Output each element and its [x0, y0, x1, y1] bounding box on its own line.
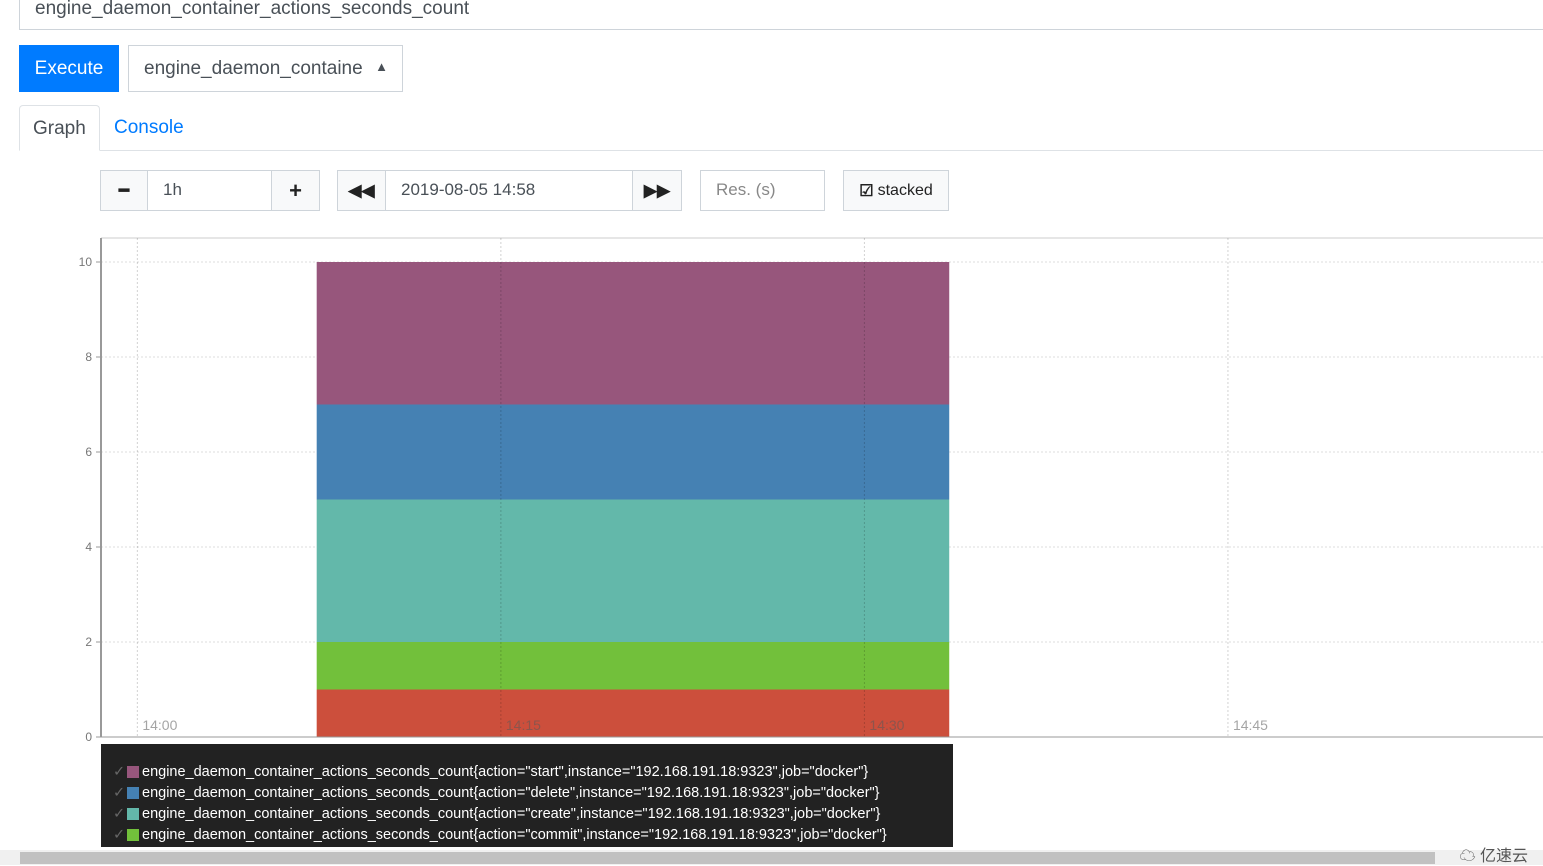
- tab-bar: Graph Console: [19, 105, 1543, 151]
- legend-item[interactable]: ✓ engine_daemon_container_actions_seconds…: [113, 803, 953, 824]
- watermark-logo: ☁ 亿速云: [1459, 848, 1528, 865]
- legend-item[interactable]: ✓ engine_daemon_container_actions_seconds…: [113, 782, 953, 803]
- fast-backward-icon: ◀◀: [348, 180, 375, 200]
- tab-console[interactable]: Console: [101, 105, 197, 150]
- stacked-label: stacked: [877, 181, 933, 199]
- back-time-button[interactable]: ◀◀: [337, 170, 386, 211]
- minus-icon: ━: [118, 180, 130, 200]
- y-tick-label: 8: [85, 350, 92, 364]
- series-color-swatch: [127, 807, 139, 820]
- metric-select-value: engine_daemon_containe: [144, 58, 363, 79]
- watermark-text: 亿速云: [1479, 848, 1528, 865]
- checkbox-checked-icon: ☑: [859, 182, 874, 200]
- y-tick-label: 4: [85, 540, 92, 554]
- stacked-area-chart: 0 2 4 6 8 10 14:00 14:15 14:30 14:45: [79, 237, 1543, 744]
- y-tick-label: 2: [85, 635, 92, 649]
- check-icon: ✓: [113, 826, 126, 843]
- end-time-input[interactable]: 2019-08-05 14:58: [385, 170, 633, 211]
- series-color-swatch: [127, 786, 139, 799]
- legend-label: engine_daemon_container_actions_seconds_…: [142, 805, 881, 822]
- series-area-4: [316, 262, 950, 405]
- y-tick-label: 6: [85, 445, 92, 459]
- legend-item[interactable]: ✓ engine_daemon_container_actions_seconds…: [113, 824, 953, 845]
- legend-label: engine_daemon_container_actions_seconds_…: [142, 826, 887, 843]
- y-tick-label: 10: [79, 255, 93, 269]
- series-area-2: [316, 499, 950, 642]
- series-area-1: [316, 642, 950, 690]
- legend-label: engine_daemon_container_actions_seconds_…: [142, 784, 880, 801]
- check-icon: ✓: [113, 784, 126, 801]
- legend-item[interactable]: ✓ engine_daemon_container_actions_seconds…: [113, 761, 953, 782]
- x-tick-label: 14:45: [1233, 717, 1268, 733]
- plus-icon: +: [289, 177, 302, 203]
- execute-button[interactable]: Execute: [19, 45, 119, 92]
- query-input[interactable]: engine_daemon_container_actions_seconds_…: [19, 0, 1543, 30]
- x-tick-label: 14:15: [506, 717, 541, 733]
- fast-forward-icon: ▶▶: [643, 180, 671, 200]
- range-input[interactable]: 1h: [147, 170, 272, 211]
- x-tick-label: 14:30: [869, 717, 904, 733]
- metric-select[interactable]: engine_daemon_containe ▲: [128, 45, 403, 92]
- resolution-input[interactable]: Res. (s): [700, 170, 825, 211]
- scrollbar-thumb[interactable]: [20, 852, 1435, 864]
- x-tick-label: 14:00: [142, 717, 177, 733]
- sort-arrows-icon: ▲: [375, 59, 388, 74]
- stacked-toggle[interactable]: ☑ stacked: [843, 170, 949, 211]
- forward-time-button[interactable]: ▶▶: [632, 170, 682, 211]
- check-icon: ✓: [113, 763, 126, 780]
- check-icon: ✓: [113, 805, 126, 822]
- series-area-0: [316, 689, 950, 737]
- series-area-3: [316, 404, 950, 500]
- series-color-swatch: [127, 828, 139, 841]
- horizontal-scrollbar[interactable]: [0, 850, 1543, 865]
- tab-graph[interactable]: Graph: [19, 105, 100, 151]
- legend-label: engine_daemon_container_actions_seconds_…: [142, 763, 869, 780]
- legend: ✓ engine_daemon_container_actions_seconds…: [101, 744, 953, 847]
- series-color-swatch: [127, 765, 139, 778]
- y-tick-label: 0: [85, 730, 92, 744]
- decrease-range-button[interactable]: ━: [100, 170, 148, 211]
- increase-range-button[interactable]: +: [271, 170, 320, 211]
